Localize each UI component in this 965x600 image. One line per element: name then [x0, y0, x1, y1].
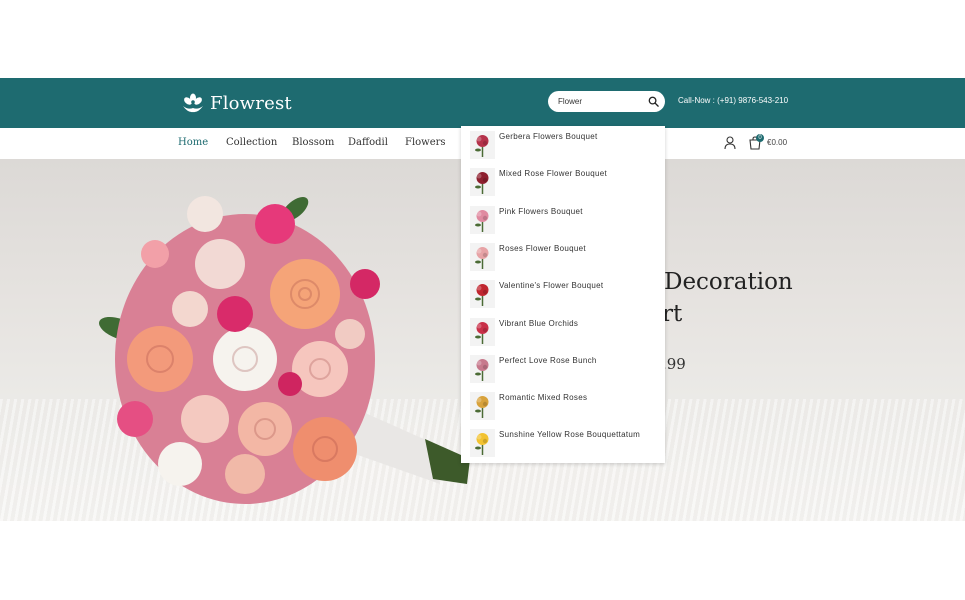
- search-suggestion-label: Romantic Mixed Roses: [499, 393, 588, 403]
- logo[interactable]: Flowrest: [180, 90, 292, 116]
- hero-subtitle: rt: [662, 301, 683, 327]
- search-suggestion-label: Perfect Love Rose Bunch: [499, 355, 597, 365]
- product-thumbnail[interactable]: [470, 280, 495, 309]
- search-suggestion-label: Pink Flowers Bouquet: [499, 206, 583, 216]
- search-suggestion-item[interactable]: Valentine's Flower Bouquet: [461, 275, 665, 312]
- search-icon[interactable]: [648, 96, 659, 107]
- hero-price: .99: [662, 355, 686, 373]
- flower-logo-icon: [183, 93, 203, 113]
- search-suggestion-item[interactable]: Sunshine Yellow Rose Bouquettatum: [461, 424, 665, 461]
- search-suggestion-item[interactable]: Mixed Rose Flower Bouquet: [461, 163, 665, 200]
- search-suggestion-label: Vibrant Blue Orchids: [499, 318, 579, 328]
- call-now-text: Call-Now : (+91) 9876-543-210: [678, 96, 789, 105]
- search-suggestion-label: Mixed Rose Flower Bouquet: [499, 169, 607, 179]
- product-thumbnail[interactable]: [470, 392, 495, 421]
- cart-count-badge: 0: [756, 134, 764, 142]
- nav-item-daffodil[interactable]: Daffodil: [348, 137, 388, 148]
- top-header: Flowrest Call-Now : (+91) 9876-543-210: [0, 78, 965, 128]
- user-icon[interactable]: [724, 136, 736, 150]
- hero-title: Decoration: [664, 269, 793, 295]
- product-thumbnail[interactable]: [470, 131, 495, 159]
- search-suggestion-label: Gerbera Flowers Bouquet: [499, 132, 598, 141]
- product-thumbnail[interactable]: [470, 205, 495, 234]
- nav-item-blossom[interactable]: Blossom: [292, 137, 334, 148]
- search-suggestions-dropdown: Gerbera Flowers Bouquet Mixed Rose Flower…: [461, 126, 665, 463]
- product-thumbnail[interactable]: [470, 242, 495, 271]
- nav-item-flowers[interactable]: Flowers: [405, 137, 446, 148]
- logo-text: Flowrest: [210, 92, 292, 114]
- search-input[interactable]: [558, 97, 648, 106]
- search-suggestion-item[interactable]: Pink Flowers Bouquet: [461, 201, 665, 238]
- search-suggestion-label: Sunshine Yellow Rose Bouquettatum: [499, 430, 641, 440]
- product-thumbnail[interactable]: [470, 429, 495, 458]
- search-suggestion-item[interactable]: Romantic Mixed Roses: [461, 387, 665, 424]
- product-thumbnail[interactable]: [470, 317, 495, 346]
- search-box[interactable]: [548, 91, 665, 112]
- product-thumbnail[interactable]: [470, 168, 495, 197]
- nav-item-collection[interactable]: Collection: [226, 137, 277, 148]
- cart-total[interactable]: €0.00: [767, 138, 787, 147]
- search-suggestion-item[interactable]: Vibrant Blue Orchids: [461, 313, 665, 350]
- search-suggestion-label: Roses Flower Bouquet: [499, 243, 586, 253]
- search-suggestion-item[interactable]: Perfect Love Rose Bunch: [461, 350, 665, 387]
- bouquet-image: [99, 196, 470, 504]
- search-suggestion-item[interactable]: Roses Flower Bouquet: [461, 238, 665, 275]
- nav-item-home[interactable]: Home: [178, 137, 208, 148]
- search-suggestion-label: Valentine's Flower Bouquet: [499, 281, 604, 291]
- search-suggestion-item[interactable]: Gerbera Flowers Bouquet: [461, 126, 665, 163]
- product-thumbnail[interactable]: [470, 354, 495, 383]
